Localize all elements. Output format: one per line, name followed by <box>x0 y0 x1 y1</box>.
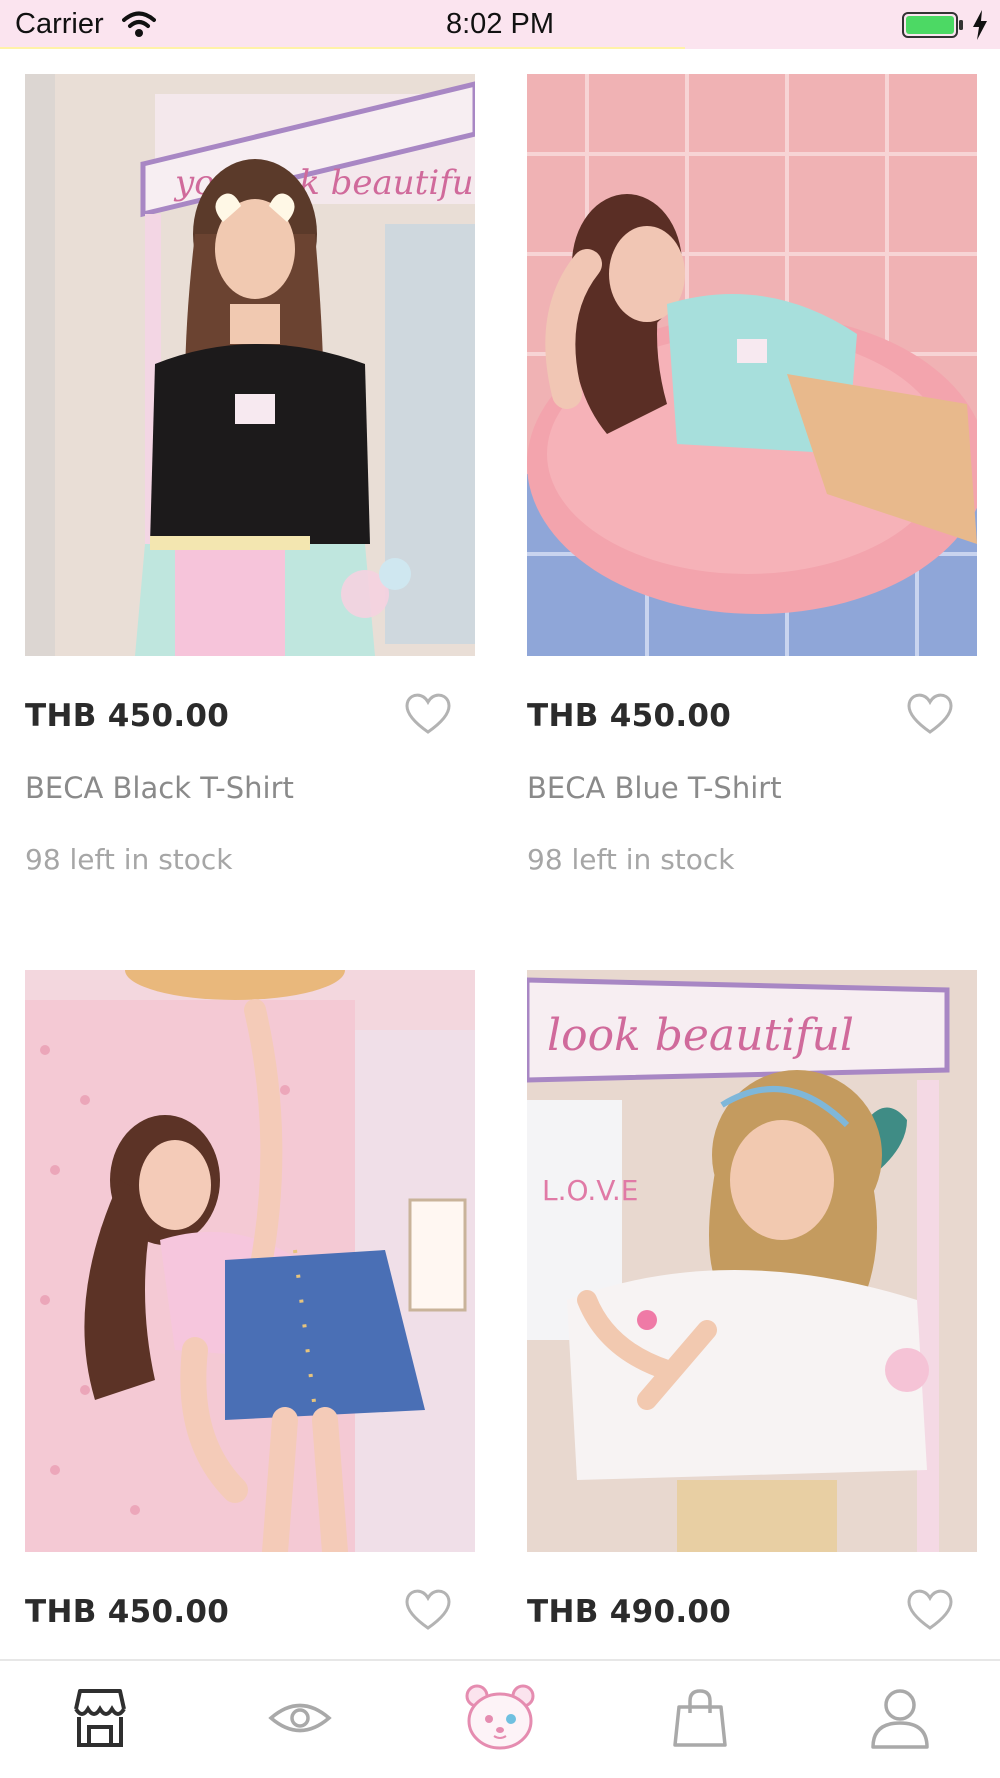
tab-profile[interactable] <box>800 1661 1000 1778</box>
heart-icon[interactable] <box>403 690 453 736</box>
product-price: THB 450.00 <box>527 698 732 734</box>
eye-icon <box>268 1703 332 1733</box>
status-bar: Carrier 8:02 PM <box>0 0 1000 49</box>
status-time: 8:02 PM <box>446 8 554 40</box>
product-photo[interactable] <box>25 970 475 1552</box>
shop-icon <box>74 1689 126 1747</box>
charging-bolt-icon <box>973 10 987 40</box>
product-photo[interactable]: you look beautiful <box>25 74 475 656</box>
tab-cart[interactable] <box>600 1661 800 1778</box>
product-name: BECA Black T-Shirt <box>25 771 294 805</box>
heart-icon[interactable] <box>905 690 955 736</box>
product-stock: 98 left in stock <box>527 843 735 876</box>
product-photo[interactable]: look beautiful L.O.V.E <box>527 970 977 1552</box>
product-price: THB 450.00 <box>25 698 230 734</box>
tab-brand[interactable] <box>400 1661 600 1778</box>
tab-shop[interactable] <box>0 1661 200 1778</box>
svg-text:L.O.V.E: L.O.V.E <box>542 1174 638 1207</box>
heart-icon[interactable] <box>403 1586 453 1632</box>
product-photo[interactable] <box>527 74 977 656</box>
shopping-bag-icon <box>673 1689 727 1747</box>
heart-icon[interactable] <box>905 1586 955 1632</box>
svg-text:look beautiful: look beautiful <box>547 1010 854 1061</box>
profile-icon <box>871 1689 929 1749</box>
tab-bar <box>0 1659 1000 1778</box>
product-price: THB 450.00 <box>25 1594 230 1630</box>
battery-icon <box>902 12 963 38</box>
product-name: BECA Blue T-Shirt <box>527 771 782 805</box>
product-price: THB 490.00 <box>527 1594 732 1630</box>
tab-lookbook[interactable] <box>200 1661 400 1778</box>
bear-mascot-icon <box>465 1684 535 1750</box>
product-stock: 98 left in stock <box>25 843 233 876</box>
product-grid[interactable]: you look beautiful THB 450.00 BECA Black… <box>0 49 1000 1659</box>
